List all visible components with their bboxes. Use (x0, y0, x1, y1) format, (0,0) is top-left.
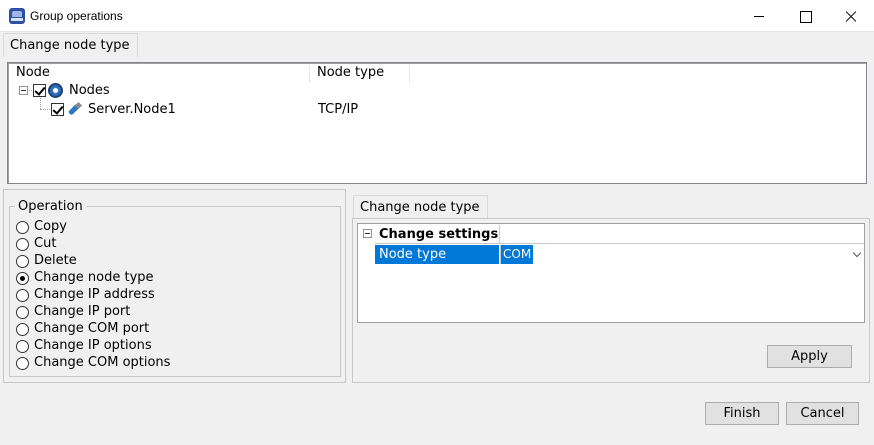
close-button[interactable] (828, 0, 874, 32)
chevron-down-icon[interactable] (852, 248, 862, 258)
column-header-node-type[interactable]: Node type (310, 65, 410, 83)
server-node-icon (66, 102, 82, 116)
tab-change-node-type[interactable]: Change node type (3, 33, 138, 57)
radio-circle-selected[interactable] (16, 272, 29, 285)
radio-circle[interactable] (16, 221, 29, 234)
tree-connector (40, 109, 50, 110)
property-grid[interactable]: Change settings Node type COM (357, 223, 865, 323)
radio-circle[interactable] (16, 340, 29, 353)
tree-child-node-type: TCP/IP (318, 102, 359, 117)
app-icon (9, 8, 25, 24)
radio-circle[interactable] (16, 306, 29, 319)
radio-label[interactable]: Change IP address (34, 287, 155, 302)
title-bar: Group operations (0, 0, 874, 32)
radio-label[interactable]: Change IP port (34, 304, 130, 319)
collapse-expander-icon[interactable] (19, 86, 28, 95)
tree-root-label[interactable]: Nodes (69, 83, 110, 98)
operation-group-label: Operation (15, 199, 86, 214)
radio-label[interactable]: Change IP options (34, 338, 152, 353)
property-category[interactable]: Change settings (375, 225, 499, 244)
radio-circle[interactable] (16, 289, 29, 302)
tab-change-node-type-settings[interactable]: Change node type (353, 195, 488, 219)
radio-label[interactable]: Change COM port (34, 321, 149, 336)
node-type-select[interactable]: COM (500, 245, 864, 264)
maximize-button[interactable] (782, 0, 828, 32)
radio-circle[interactable] (16, 323, 29, 336)
collapse-expander-icon[interactable] (363, 229, 372, 238)
radio-label[interactable]: Change COM options (34, 355, 170, 370)
node-type-value[interactable]: COM (501, 245, 534, 264)
radio-label[interactable]: Cut (34, 236, 56, 251)
finish-button[interactable]: Finish (705, 402, 779, 425)
property-name[interactable]: Node type (375, 245, 499, 264)
tree-connector (40, 98, 41, 109)
radio-label[interactable]: Change node type (34, 270, 154, 285)
cancel-button[interactable]: Cancel (786, 402, 859, 425)
minimize-button[interactable] (736, 0, 782, 32)
nodes-icon (48, 83, 63, 98)
server-node1-checkbox[interactable] (51, 103, 64, 116)
tree-child-label[interactable]: Server.Node1 (88, 102, 176, 117)
radio-label[interactable]: Copy (34, 219, 67, 234)
apply-button[interactable]: Apply (767, 345, 852, 368)
nodes-checkbox[interactable] (33, 84, 46, 97)
radio-circle[interactable] (16, 255, 29, 268)
property-category-fill (499, 225, 864, 244)
column-header-node[interactable]: Node (9, 65, 310, 83)
radio-circle[interactable] (16, 357, 29, 370)
radio-circle[interactable] (16, 238, 29, 251)
node-tree[interactable]: Node Node type Nodes Server.Node1 TCP/IP (7, 62, 867, 184)
radio-label[interactable]: Delete (34, 253, 77, 268)
window-title: Group operations (30, 9, 123, 23)
